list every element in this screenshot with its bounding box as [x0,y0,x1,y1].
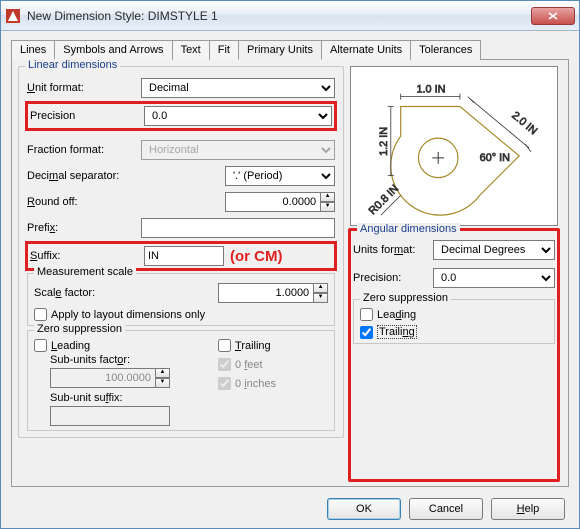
angular-leading-checkbox[interactable]: Leading [360,308,548,321]
tab-alternate-units[interactable]: Alternate Units [321,40,411,60]
group-angular-zero: Zero suppression Leading Trailing [353,299,555,344]
subunits-factor-spinner: ▲▼ [156,368,170,388]
legend-measurement: Measurement scale [34,266,136,278]
svg-text:1.2 IN: 1.2 IN [378,127,390,156]
subunit-suffix-input [50,406,170,426]
legend-linear: Linear dimensions [25,59,120,71]
tab-page: Linear dimensions Unit format: Decimal P… [11,59,569,487]
tab-lines[interactable]: Lines [11,40,55,60]
label-fraction-format: Fraction format: [27,144,141,156]
tab-primary-units[interactable]: Primary Units [238,40,322,60]
legend-angular: Angular dimensions [357,223,460,235]
label-suffix: Suffix: [30,250,144,262]
annotation-suffix: (or CM) [230,248,283,265]
angular-trailing-checkbox[interactable]: Trailing [360,325,548,339]
decimal-separator-select[interactable]: '.' (Period) [225,166,335,186]
inches-checkbox: 0 inches [218,377,328,390]
label-subunit-suffix: Sub-unit suffix: [50,392,210,404]
tab-symbols-arrows[interactable]: Symbols and Arrows [54,40,172,60]
dialog-window: New Dimension Style: DIMSTYLE 1 Lines Sy… [0,0,580,529]
group-angular-dimensions: Angular dimensions Units format: Decimal… [348,228,560,482]
dialog-buttons: OK Cancel Help [327,498,565,520]
scale-factor-spinner[interactable]: ▲▼ [314,283,328,303]
legend-angular-zero: Zero suppression [360,292,451,304]
precision-select[interactable]: 0.0 [144,106,332,126]
legend-zero: Zero suppression [34,323,125,335]
cancel-button[interactable]: Cancel [409,498,483,520]
close-button[interactable] [531,7,575,25]
tab-bar: Lines Symbols and Arrows Text Fit Primar… [1,31,579,59]
label-round-off: Round off: [27,196,141,208]
label-angular-units: Units format: [353,244,433,256]
tab-tolerances[interactable]: Tolerances [410,40,481,60]
svg-text:2.0 IN: 2.0 IN [509,109,539,137]
tab-fit[interactable]: Fit [209,40,239,60]
apply-layout-checkbox[interactable]: Apply to layout dimensions only [34,308,328,321]
ok-button[interactable]: OK [327,498,401,520]
svg-text:60° IN: 60° IN [480,152,510,164]
dimension-preview: 1.0 IN 1.2 IN 2.0 IN 60° IN R0.8 IN [350,66,558,226]
angular-units-select[interactable]: Decimal Degrees [433,240,555,260]
label-decimal-separator: Decimal separator: [27,170,141,182]
svg-text:1.0 IN: 1.0 IN [416,84,445,96]
label-scale-factor: Scale factor: [34,287,174,299]
angular-precision-select[interactable]: 0.0 [433,268,555,288]
label-subunits-factor: Sub-units factor: [50,354,210,366]
subunits-factor-input [50,368,156,388]
tab-text[interactable]: Text [172,40,210,60]
round-off-input[interactable] [225,192,321,212]
trailing-checkbox[interactable]: Trailing [218,339,328,352]
unit-format-select[interactable]: Decimal [141,78,335,98]
app-icon [5,8,21,24]
prefix-input[interactable] [141,218,335,238]
group-measurement-scale: Measurement scale Scale factor: ▲▼ Apply… [27,273,335,326]
titlebar: New Dimension Style: DIMSTYLE 1 [1,1,579,31]
label-precision: Precision [30,110,144,122]
feet-checkbox: 0 feet [218,358,328,371]
scale-factor-input[interactable] [218,283,314,303]
label-angular-precision: Precision: [353,272,433,284]
help-button[interactable]: Help [491,498,565,520]
round-off-spinner[interactable]: ▲▼ [321,192,335,212]
window-title: New Dimension Style: DIMSTYLE 1 [27,9,531,23]
group-zero-suppression: Zero suppression Leading Sub-units facto… [27,330,335,431]
label-unit-format: Unit format: [27,82,141,94]
group-linear-dimensions: Linear dimensions Unit format: Decimal P… [18,66,344,438]
label-apply-layout: Apply to layout dimensions only [51,309,205,321]
label-prefix: Prefix: [27,222,141,234]
fraction-format-select: Horizontal [141,140,335,160]
suffix-input[interactable] [144,246,224,266]
leading-checkbox[interactable]: Leading [34,339,210,352]
